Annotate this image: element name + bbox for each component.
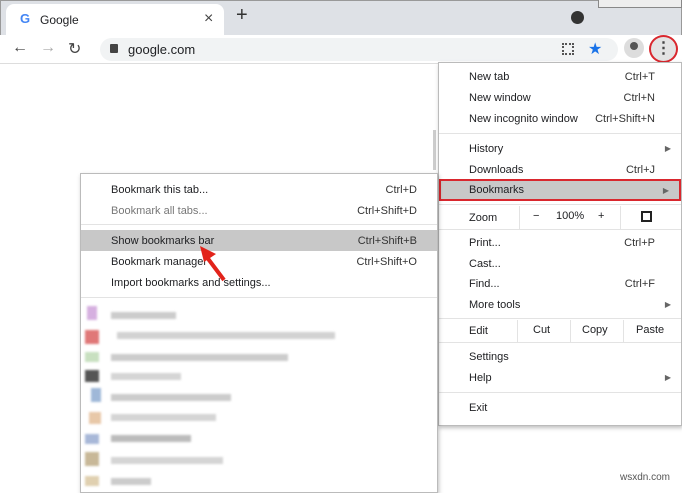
shortcut: Ctrl+Shift+N [595,112,655,125]
menu-find[interactable]: Find... Ctrl+F [439,273,681,294]
reload-icon[interactable]: ↻ [68,39,81,59]
menu-zoom-row: Zoom − 100% + [439,206,681,229]
menu-exit[interactable]: Exit [439,397,681,418]
close-tab-icon[interactable]: × [204,10,213,28]
shortcut: Ctrl+Shift+D [357,204,417,217]
label: Exit [469,401,488,414]
tab-google[interactable]: G Google × [6,4,224,35]
import-bookmarks[interactable]: Import bookmarks and settings... [81,272,437,293]
label: Bookmarks [469,184,525,196]
bookmark-all-tabs[interactable]: Bookmark all tabs... Ctrl+Shift+D [81,200,437,221]
label: More tools [469,298,521,311]
label: Bookmark this tab... [111,183,209,196]
menu-downloads[interactable]: Downloads Ctrl+J [439,159,681,180]
address-bar[interactable]: google.com ★ [100,38,618,61]
qr-code-icon[interactable] [562,43,574,55]
divider [439,318,681,319]
shortcut: Ctrl+D [385,183,417,196]
back-icon[interactable]: ← [12,39,28,57]
menu-new-tab[interactable]: New tab Ctrl+T [439,66,681,87]
menu-settings[interactable]: Settings [439,346,681,367]
label: New incognito window [469,112,578,125]
label: Settings [469,350,509,363]
label: History [469,142,504,155]
zoom-out-button[interactable]: − [533,210,539,222]
new-tab-button[interactable]: + [236,4,248,27]
page-fragment [433,130,436,170]
label: Zoom [469,211,498,224]
tab-title: Google [40,13,79,27]
label: New window [469,91,531,104]
shortcut: Ctrl+F [624,277,655,290]
divider [439,392,681,393]
submenu-arrow-icon: ▶ [664,300,671,309]
label: Help [469,371,492,384]
menu-edit-row: Edit Cut Copy Paste [439,320,681,342]
copy-button[interactable]: Copy [582,324,608,336]
window-controls[interactable] [598,0,682,8]
fullscreen-icon[interactable] [641,211,652,222]
bookmark-manager[interactable]: Bookmark manager Ctrl+Shift+O [81,251,437,272]
lock-icon [110,44,118,53]
label: Import bookmarks and settings... [111,276,271,289]
menu-more-tools[interactable]: More tools ▶ [439,294,681,315]
menu-history[interactable]: History ▶ [439,138,681,159]
forward-icon[interactable]: → [40,39,56,57]
bookmark-star-icon[interactable]: ★ [588,39,602,59]
label: Bookmark all tabs... [111,204,208,217]
submenu-arrow-icon: ▶ [662,185,669,195]
submenu-arrow-icon: ▶ [664,144,671,153]
shortcut: Ctrl+T [624,70,655,83]
menu-new-incognito[interactable]: New incognito window Ctrl+Shift+N [439,108,681,129]
red-pointer-arrow-icon [200,246,226,282]
shortcut: Ctrl+Shift+B [357,234,417,247]
menu-print[interactable]: Print... Ctrl+P [439,232,681,253]
url-text: google.com [128,42,196,57]
blurred-bookmark-list[interactable] [81,302,439,492]
chrome-menu: New tab Ctrl+T New window Ctrl+N New incog… [438,62,682,426]
label: New tab [469,70,510,83]
label: Find... [469,277,500,290]
profile-avatar-icon[interactable] [624,38,644,58]
paste-button[interactable]: Paste [636,324,664,336]
divider [81,297,437,298]
divider [439,204,681,205]
zoom-level: 100% [556,210,585,222]
google-favicon-icon: G [20,11,31,26]
bookmark-this-tab[interactable]: Bookmark this tab... Ctrl+D [81,179,437,200]
bookmarks-submenu: Bookmark this tab... Ctrl+D Bookmark all … [80,173,438,493]
menu-cast[interactable]: Cast... [439,253,681,274]
divider [439,229,681,230]
menu-kebab-icon[interactable]: ⋮ [649,35,678,63]
shortcut: Ctrl+N [623,91,655,104]
cut-button[interactable]: Cut [533,324,550,336]
shortcut: Ctrl+P [624,236,655,249]
show-bookmarks-bar[interactable]: Show bookmarks bar Ctrl+Shift+B [81,230,437,251]
submenu-arrow-icon: ▶ [664,373,671,382]
label: Cast... [469,257,501,270]
watermark: wsxdn.com [620,472,671,483]
menu-new-window[interactable]: New window Ctrl+N [439,87,681,108]
label: Bookmark manager [111,255,207,268]
label: Edit [469,325,488,337]
shortcut: Ctrl+J [625,163,655,176]
divider [439,342,681,343]
divider [439,133,681,134]
label: Print... [469,236,501,249]
menu-help[interactable]: Help ▶ [439,367,681,388]
menu-bookmarks[interactable]: Bookmarks ▶ [439,179,681,201]
tab-search-icon[interactable] [571,11,584,24]
label: Downloads [469,163,524,176]
divider [81,224,437,225]
shortcut: Ctrl+Shift+O [356,255,417,268]
zoom-in-button[interactable]: + [598,210,604,222]
